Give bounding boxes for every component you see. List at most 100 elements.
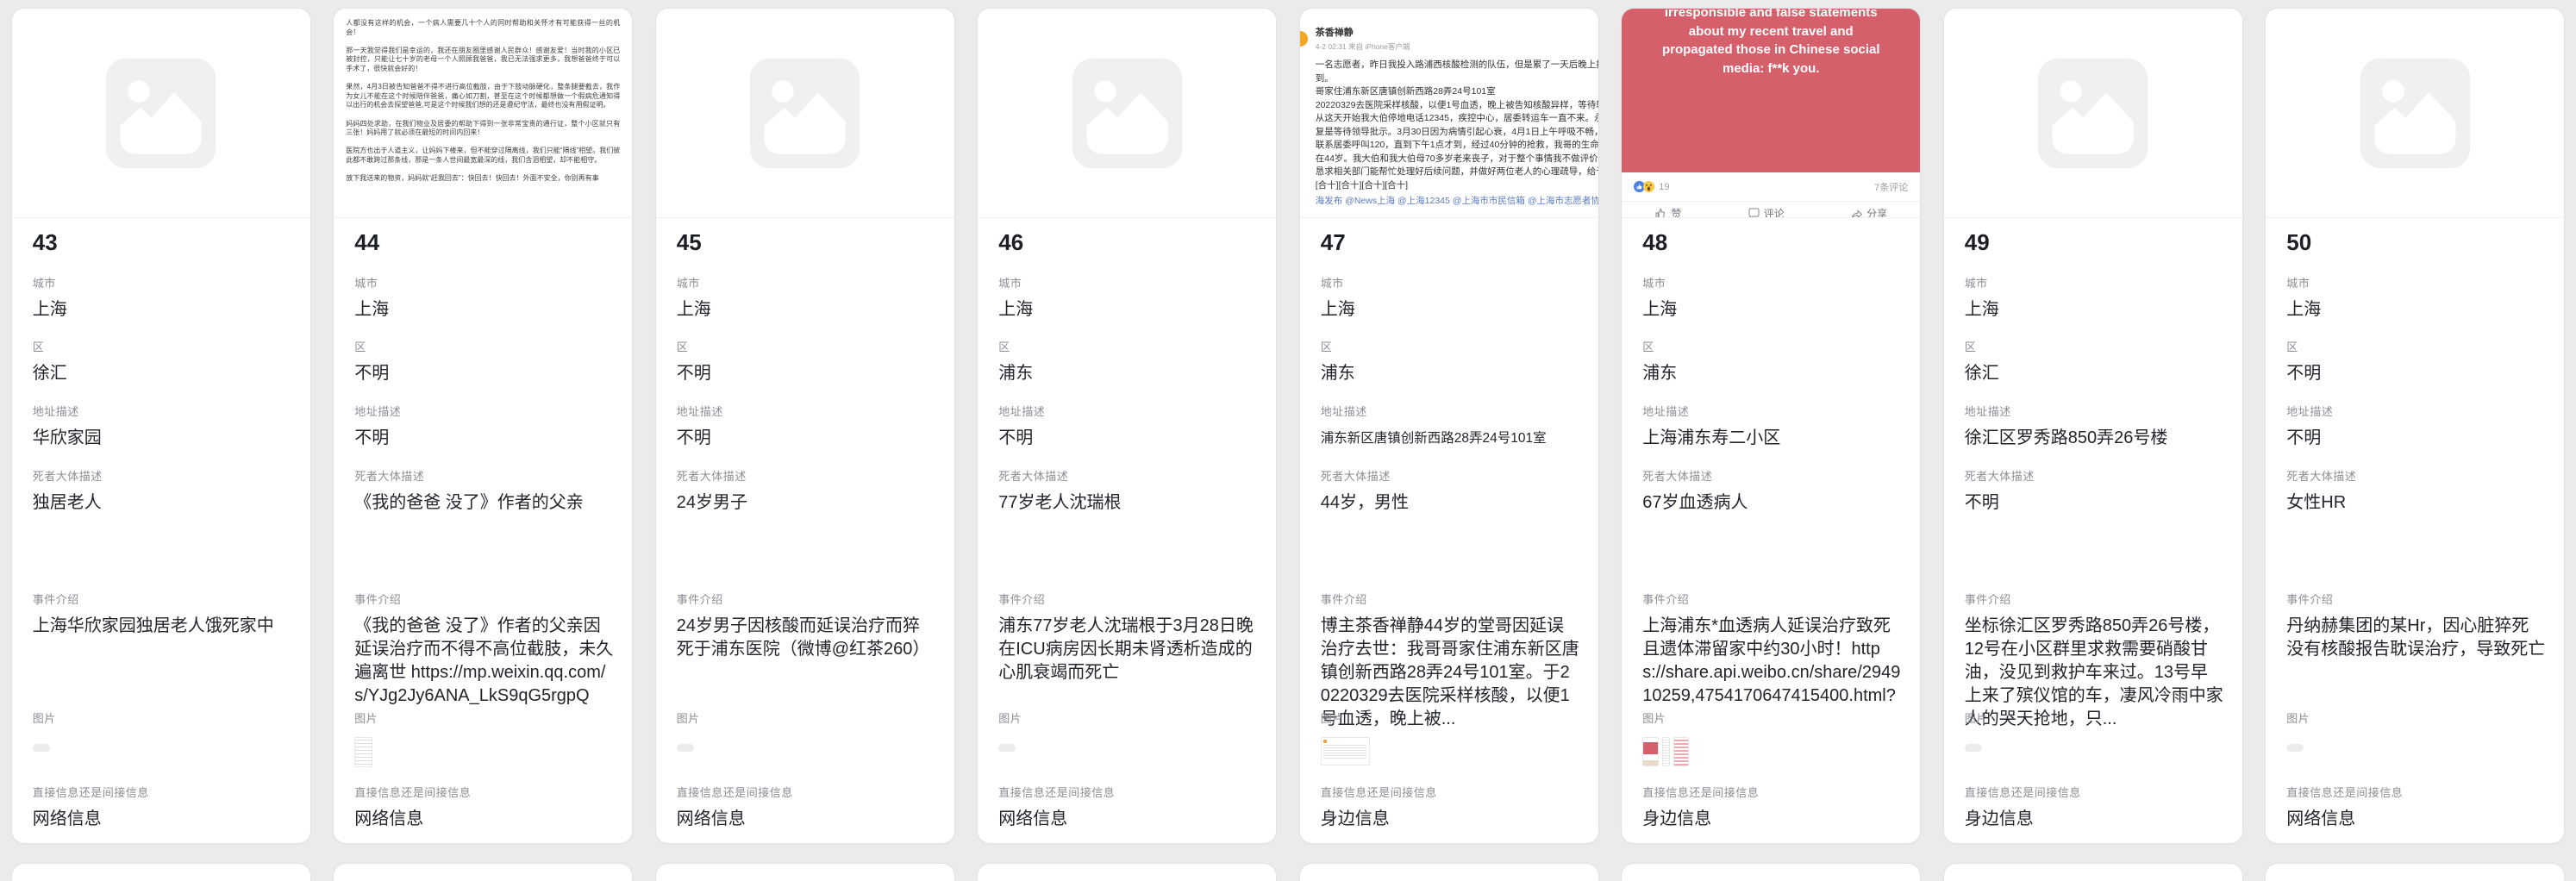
district-value: 不明 (2286, 362, 2545, 385)
gallery-column: 茶香禅静 4-2 02:31 来自 iPhone客户端 一名志愿者，昨日我投入路… (1288, 0, 1610, 881)
deceased-label: 死者大体描述 (998, 467, 1257, 484)
district-value: 浦东 (1642, 362, 1901, 385)
source-label: 直接信息还是间接信息 (1321, 784, 1579, 800)
card-cover-weibo-post: 茶香禅静 4-2 02:31 来自 iPhone客户端 一名志愿者，昨日我投入路… (1300, 9, 1598, 218)
address-value: 华欣家园 (33, 427, 291, 450)
post-action-bar: 赞 评论 分享 (1622, 202, 1920, 218)
record-card-46[interactable]: 46 城市上海 区浦东 地址描述不明 死者大体描述77岁老人沈瑞根 事件介绍浦东… (978, 9, 1276, 843)
district-value: 不明 (354, 362, 613, 385)
image-placeholder-icon (2358, 56, 2473, 171)
like-button[interactable]: 赞 (1654, 206, 1681, 218)
attachment-thumb[interactable] (1673, 737, 1689, 766)
record-number: 50 (2286, 229, 2311, 256)
district-value: 徐汇 (1965, 362, 2223, 385)
city-value: 上海 (677, 298, 935, 322)
image-label: 图片 (1642, 709, 1901, 726)
event-label: 事件介绍 (33, 590, 291, 607)
record-card-43[interactable]: 43 城市上海 区徐汇 地址描述华欣家园 死者大体描述独居老人 事件介绍上海华欣… (12, 9, 310, 843)
record-card-47[interactable]: 茶香禅静 4-2 02:31 来自 iPhone客户端 一名志愿者，昨日我投入路… (1300, 9, 1598, 843)
share-icon (1850, 207, 1863, 218)
record-card-50[interactable]: 50 城市上海 区不明 地址描述不明 死者大体描述女性HR 事件介绍丹纳赫集团的… (2266, 9, 2564, 843)
next-row-card-edge[interactable] (656, 864, 954, 881)
attachment-thumb[interactable] (354, 737, 372, 767)
next-row-card-edge[interactable] (1300, 864, 1598, 881)
thumb-up-icon (1654, 207, 1667, 218)
event-value: 上海浦东*血透病人延误治疗致死且遗体滞留家中约30小时！https://shar… (1642, 615, 1901, 708)
deceased-value: 《我的爸爸 没了》作者的父亲 (354, 491, 613, 515)
city-value: 上海 (2286, 298, 2545, 322)
record-card-45[interactable]: 45 城市上海 区不明 地址描述不明 死者大体描述24岁男子 事件介绍24岁男子… (656, 9, 954, 843)
next-row-card-edge[interactable] (978, 864, 1276, 881)
record-card-44[interactable]: 人都没有这样的机会，一个病人需要几十个人的同时帮助和关怀才有可能获得一丝的机会！… (334, 9, 632, 843)
deceased-label: 死者大体描述 (1642, 467, 1901, 484)
address-value: 浦东新区唐镇创新西路28弄24号101室 (1321, 427, 1579, 450)
deceased-value: 44岁，男性 (1321, 491, 1579, 515)
city-value: 上海 (354, 298, 613, 322)
card-cover-placeholder (656, 9, 954, 218)
attachment-thumb[interactable] (1965, 744, 1982, 752)
deceased-value: 独居老人 (33, 491, 291, 515)
city-label: 城市 (1321, 274, 1579, 291)
attachment-thumb[interactable] (2286, 744, 2304, 752)
source-value: 身边信息 (1965, 808, 2223, 831)
event-value: 丹纳赫集团的某Hr，因心脏猝死没有核酸报告耽误治疗，导致死亡 (2286, 615, 2545, 661)
record-card-49[interactable]: 49 城市上海 区徐汇 地址描述徐汇区罗秀路850弄26号楼 死者大体描述不明 … (1944, 9, 2242, 843)
next-row-card-edge[interactable] (334, 864, 632, 881)
address-value: 不明 (677, 427, 935, 450)
next-row-card-edge[interactable] (1622, 864, 1920, 881)
attachment-thumb[interactable] (1321, 737, 1370, 765)
city-value: 上海 (1642, 298, 1901, 322)
district-label: 区 (33, 338, 291, 354)
source-value: 身边信息 (1642, 808, 1901, 831)
event-value: 24岁男子因核酸而延误治疗而猝死于浦东医院（微博@红茶260） (677, 615, 935, 661)
card-cover-placeholder (978, 9, 1276, 218)
next-row-card-edge[interactable] (12, 864, 310, 881)
source-value: 网络信息 (354, 808, 613, 831)
deceased-value: 不明 (1965, 491, 2223, 515)
attachment-thumb[interactable] (998, 744, 1016, 752)
gallery-column: 46 城市上海 区浦东 地址描述不明 死者大体描述77岁老人沈瑞根 事件介绍浦东… (966, 0, 1289, 881)
attachment-thumb[interactable] (33, 744, 50, 752)
district-value: 徐汇 (33, 362, 291, 385)
reaction-count: 19 (1659, 182, 1669, 192)
source-value: 网络信息 (33, 808, 291, 831)
source-label: 直接信息还是间接信息 (1642, 784, 1901, 800)
image-label: 图片 (677, 709, 935, 726)
record-card-48[interactable]: irresponsible and false statements about… (1622, 9, 1920, 843)
attachment-thumb[interactable] (677, 744, 694, 752)
city-value: 上海 (33, 298, 291, 322)
deceased-value: 77岁老人沈瑞根 (998, 491, 1257, 515)
district-label: 区 (1642, 338, 1901, 354)
red-statement-text: irresponsible and false statements about… (1653, 9, 1889, 172)
city-label: 城市 (1965, 274, 2223, 291)
comments-count[interactable]: 7条评论 (1874, 180, 1908, 194)
record-number: 45 (677, 229, 702, 256)
event-value: 《我的爸爸 没了》作者的父亲因延误治疗而不得不高位截肢，未久遍离世 https:… (354, 615, 613, 708)
district-label: 区 (677, 338, 935, 354)
source-label: 直接信息还是间接信息 (998, 784, 1257, 800)
record-number: 44 (354, 229, 379, 256)
comment-button[interactable]: 评论 (1748, 206, 1785, 218)
source-value: 网络信息 (998, 808, 1257, 831)
red-statement-block: irresponsible and false statements about… (1622, 9, 1920, 172)
share-button[interactable]: 分享 (1850, 206, 1887, 218)
deceased-value: 24岁男子 (677, 491, 935, 515)
card-cover-placeholder (2266, 9, 2564, 218)
event-value: 浦东77岁老人沈瑞根于3月28日晚在ICU病房因长期未肾透析造成的心肌衰竭而死亡 (998, 615, 1257, 684)
district-label: 区 (354, 338, 613, 354)
weibo-avatar (1300, 31, 1308, 47)
district-label: 区 (1965, 338, 2223, 354)
district-value: 浦东 (1321, 362, 1579, 385)
next-row-card-edge[interactable] (1944, 864, 2242, 881)
gallery-column: 43 城市上海 区徐汇 地址描述华欣家园 死者大体描述独居老人 事件介绍上海华欣… (0, 0, 322, 881)
wow-reaction-icon (1643, 181, 1654, 192)
attachment-thumb[interactable] (1662, 737, 1670, 766)
district-label: 区 (2286, 338, 2545, 354)
city-label: 城市 (677, 274, 935, 291)
attachment-thumb[interactable] (1642, 737, 1659, 766)
next-row-card-edge[interactable] (2266, 864, 2564, 881)
weibo-timestamp: 4-2 02:31 来自 iPhone客户端 (1316, 41, 1598, 52)
image-placeholder-icon (2035, 56, 2150, 171)
record-number: 46 (998, 229, 1023, 256)
city-label: 城市 (354, 274, 613, 291)
